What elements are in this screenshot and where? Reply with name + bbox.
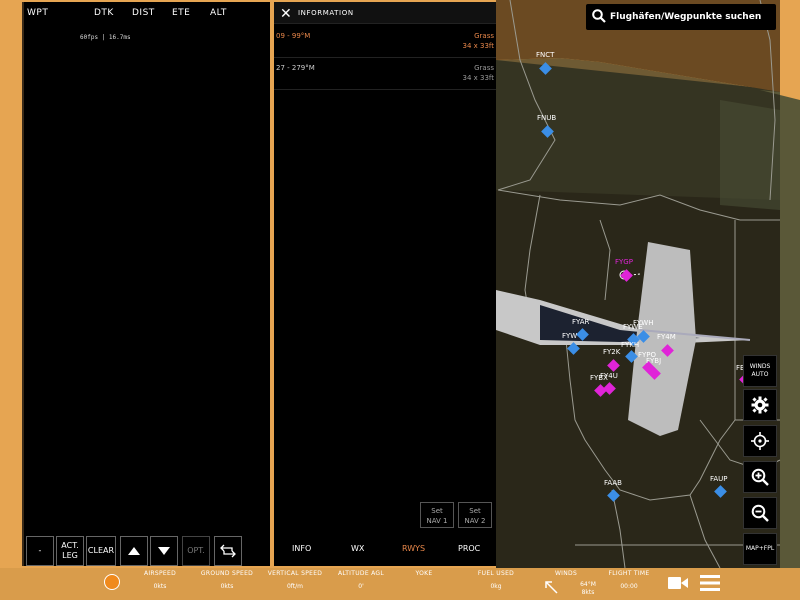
move-up-button[interactable] xyxy=(120,536,148,566)
information-title: INFORMATION xyxy=(298,9,354,17)
waypoint-label[interactable]: FYGP xyxy=(615,258,633,266)
zoom-out-icon xyxy=(751,504,769,522)
tab-rwys[interactable]: RWYS xyxy=(402,544,425,553)
runway-surface: Grass xyxy=(474,32,494,40)
vertical-speed-value: 0ft/m xyxy=(286,583,304,590)
menu-icon[interactable] xyxy=(700,575,720,591)
settings-button[interactable] xyxy=(743,389,777,421)
waypoint-label[interactable]: FY4M xyxy=(657,333,676,341)
altitude-agl-readout: ALTITUDE AGL 0' xyxy=(334,570,388,590)
runway-surface: Grass xyxy=(474,64,494,72)
zoom-in-button[interactable] xyxy=(743,461,777,493)
runway-name: 27 - 279°M xyxy=(276,64,315,72)
winds-direction-value: 64°M xyxy=(580,581,596,588)
yoke-readout: YOKE xyxy=(404,570,444,577)
information-title-bar: ✕ INFORMATION xyxy=(274,2,496,24)
runway-dimensions: 34 x 33ft xyxy=(462,42,495,50)
tab-proc[interactable]: PROC xyxy=(458,544,480,553)
ground-speed-label: GROUND SPEED xyxy=(200,570,254,577)
waypoint-label[interactable]: FAUP xyxy=(710,475,728,483)
zoom-out-button[interactable] xyxy=(743,497,777,529)
waypoint-label[interactable]: FYKH xyxy=(621,341,639,349)
set-nav1-label: NAV 1 xyxy=(426,517,448,525)
search-bar[interactable]: Flughäfen/Wegpunkte suchen xyxy=(586,4,776,30)
runway-name: 09 - 99°M xyxy=(276,32,311,40)
information-panel: ✕ INFORMATION 09 - 99°M Grass 34 x 33ft … xyxy=(274,2,496,566)
minus-button[interactable]: - xyxy=(26,536,54,566)
col-wpt: WPT xyxy=(27,8,49,18)
runway-row[interactable]: 27 - 279°M Grass 34 x 33ft xyxy=(274,58,496,90)
status-bar: AIRSPEED 0kts GROUND SPEED 0kts VERTICAL… xyxy=(0,568,800,600)
airspeed-label: AIRSPEED xyxy=(143,570,177,577)
set-nav2-button[interactable]: Set NAV 2 xyxy=(458,502,492,528)
reverse-icon xyxy=(220,544,236,558)
altitude-agl-label: ALTITUDE AGL xyxy=(337,570,385,577)
waypoint-label[interactable]: FY2K xyxy=(603,348,620,356)
globe-icon[interactable] xyxy=(104,574,120,590)
waypoint-label[interactable]: FNUB xyxy=(537,114,556,122)
col-dist: DIST xyxy=(132,8,155,18)
winds-speed-value: 8kts xyxy=(581,589,595,596)
reverse-route-button[interactable] xyxy=(214,536,242,566)
flight-plan-panel: WPT DTK DIST ETE ALT 60fps | 16.7ms - AC… xyxy=(22,2,270,566)
search-icon xyxy=(592,9,606,23)
waypoint-label[interactable]: FYBJ xyxy=(646,357,661,365)
fuel-used-label: FUEL USED xyxy=(477,570,515,577)
flight-time-value: 00:00 xyxy=(620,583,638,590)
flight-time-readout: FLIGHT TIME 00:00 xyxy=(606,570,652,590)
ground-speed-value: 0kts xyxy=(220,583,234,590)
close-icon[interactable]: ✕ xyxy=(280,6,292,22)
activate-leg-label: LEG xyxy=(62,551,78,560)
winds-auto-button[interactable]: WINDS AUTO xyxy=(743,355,777,387)
flight-time-label: FLIGHT TIME xyxy=(608,570,650,577)
map-fpl-button[interactable]: MAP+FPL xyxy=(743,533,777,565)
arrow-up-icon xyxy=(128,547,140,555)
airspeed-readout: AIRSPEED 0kts xyxy=(140,570,180,590)
wind-direction-icon xyxy=(545,581,558,594)
set-nav2-label: Set xyxy=(469,507,481,515)
arrow-down-icon xyxy=(158,547,170,555)
vertical-speed-label: VERTICAL SPEED xyxy=(267,570,323,577)
airspeed-value: 0kts xyxy=(153,583,167,590)
ground-speed-readout: GROUND SPEED 0kts xyxy=(196,570,258,590)
options-button[interactable]: OPT. xyxy=(182,536,210,566)
crosshair-icon xyxy=(751,432,769,450)
fuel-used-readout: FUEL USED 0kg xyxy=(474,570,518,590)
camera-icon[interactable] xyxy=(668,576,688,590)
vertical-speed-readout: VERTICAL SPEED 0ft/m xyxy=(264,570,326,590)
runway-dimensions: 34 x 33ft xyxy=(462,74,495,82)
runway-row[interactable]: 09 - 99°M Grass 34 x 33ft xyxy=(274,26,496,58)
waypoint-label[interactable]: FNCT xyxy=(536,51,554,59)
winds-readout: WINDS xyxy=(546,570,586,577)
col-dtk: DTK xyxy=(94,8,114,18)
search-placeholder: Flughäfen/Wegpunkte suchen xyxy=(610,12,762,22)
tab-info[interactable]: INFO xyxy=(292,544,311,553)
zoom-in-icon xyxy=(751,468,769,486)
col-alt: ALT xyxy=(210,8,227,18)
move-down-button[interactable] xyxy=(150,536,178,566)
set-nav1-label: Set xyxy=(431,507,443,515)
set-nav1-button[interactable]: Set NAV 1 xyxy=(420,502,454,528)
activate-leg-button[interactable]: ACT. LEG xyxy=(56,536,84,566)
activate-leg-label: ACT. xyxy=(61,541,79,550)
winds-readout-label: WINDS xyxy=(554,570,578,577)
yoke-label: YOKE xyxy=(415,570,433,577)
fuel-used-value: 0kg xyxy=(490,583,502,590)
winds-label: AUTO xyxy=(751,371,769,378)
center-location-button[interactable] xyxy=(743,425,777,457)
altitude-agl-value: 0' xyxy=(358,583,364,590)
waypoint-label[interactable]: FYAR xyxy=(572,318,589,326)
waypoint-label[interactable]: FAAB xyxy=(604,479,622,487)
tab-wx[interactable]: WX xyxy=(351,544,364,553)
gear-icon xyxy=(751,396,769,414)
waypoint-label[interactable]: FYWH xyxy=(633,319,654,327)
set-nav2-label: NAV 2 xyxy=(464,517,486,525)
fps-counter: 60fps | 16.7ms xyxy=(80,34,131,41)
waypoint-label[interactable]: FYBX xyxy=(590,374,608,382)
clear-button[interactable]: CLEAR xyxy=(86,536,116,566)
waypoint-label[interactable]: FYW xyxy=(562,332,577,340)
winds-label: WINDS xyxy=(749,363,771,370)
winds-values: 64°M 8kts xyxy=(574,581,602,597)
col-ete: ETE xyxy=(172,8,191,18)
